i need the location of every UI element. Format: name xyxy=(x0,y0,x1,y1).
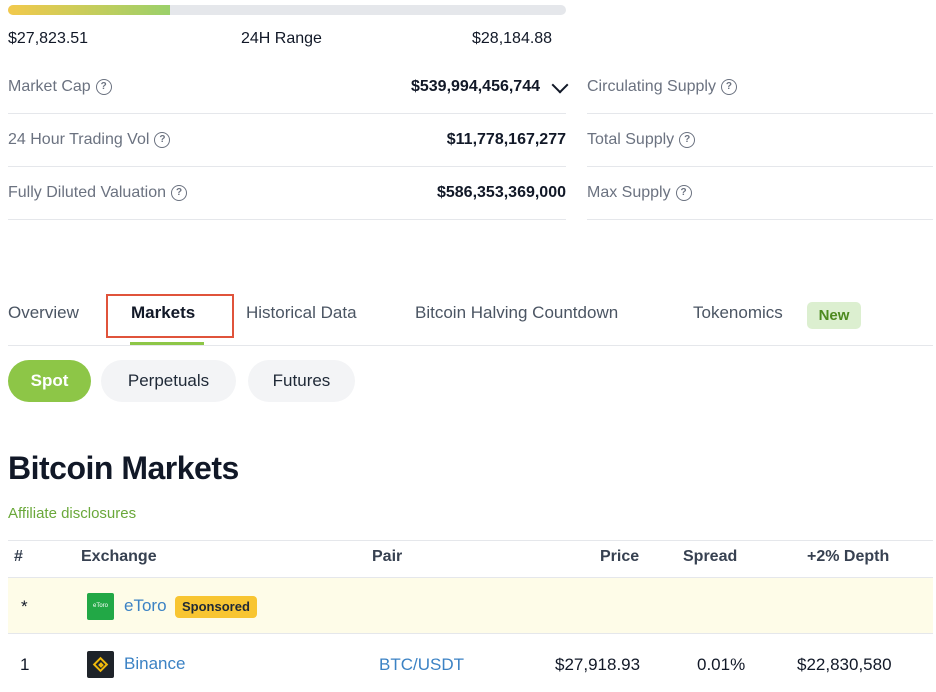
tab-bitcoin-halving-countdown[interactable]: Bitcoin Halving Countdown xyxy=(415,303,618,323)
market-cap-value: $539,994,456,744 xyxy=(410,78,540,95)
affiliate-disclosures-link[interactable]: Affiliate disclosures xyxy=(8,505,136,522)
range-low-value: $27,823.51 xyxy=(8,30,89,47)
binance-logo-icon xyxy=(87,651,114,678)
futures-button[interactable]: Futures xyxy=(248,360,355,402)
market-cap-label: Market Cap xyxy=(8,78,91,95)
tab-historical-data[interactable]: Historical Data xyxy=(246,303,357,323)
tabs-divider xyxy=(8,345,933,346)
tab-overview[interactable]: Overview xyxy=(8,303,79,323)
sponsored-badge: Sponsored xyxy=(175,596,257,618)
section-title: Bitcoin Markets xyxy=(8,450,239,486)
help-icon[interactable]: ? xyxy=(95,79,112,95)
col-header-depth[interactable]: +2% Depth xyxy=(807,548,889,566)
max-supply-label: Max Supply xyxy=(587,184,671,201)
spot-button[interactable]: Spot xyxy=(8,360,91,402)
range-label: 24H Range xyxy=(241,30,322,47)
markets-tab-highlight xyxy=(106,294,234,338)
range-bar-fill xyxy=(8,5,170,15)
fdv-label: Fully Diluted Valuation xyxy=(8,184,167,201)
col-header-price[interactable]: Price xyxy=(600,548,639,566)
24h-range-bar xyxy=(8,5,566,15)
help-icon[interactable]: ? xyxy=(720,79,737,95)
help-icon[interactable]: ? xyxy=(154,132,171,148)
row-rank: * xyxy=(21,597,28,616)
stat-row-trading-vol: 24 Hour Trading Vol ? $11,778,167,277 xyxy=(8,113,566,167)
depth-value: $22,830,580 xyxy=(797,655,892,674)
col-header-spread[interactable]: Spread xyxy=(683,548,737,566)
help-icon[interactable]: ? xyxy=(679,132,696,148)
circulating-supply-label: Circulating Supply xyxy=(587,78,716,95)
exchange-link-binance[interactable]: Binance xyxy=(124,654,185,674)
stat-row-total-supply: Total Supply ? xyxy=(587,113,933,167)
stat-row-circulating-supply: Circulating Supply ? xyxy=(587,60,933,114)
table-top-border xyxy=(8,540,933,541)
stat-row-max-supply: Max Supply ? xyxy=(587,166,933,220)
fdv-value: $586,353,369,000 xyxy=(436,184,566,201)
exchange-link-etoro[interactable]: eToro xyxy=(124,596,167,616)
spread-value: 0.01% xyxy=(697,655,746,674)
pair-link[interactable]: BTC/USDT xyxy=(379,655,464,675)
trading-vol-label: 24 Hour Trading Vol xyxy=(8,131,150,148)
col-header-pair[interactable]: Pair xyxy=(372,548,402,566)
col-header-exchange[interactable]: Exchange xyxy=(81,548,157,566)
new-badge: New xyxy=(807,302,861,329)
stat-row-fdv: Fully Diluted Valuation ? $586,353,369,0… xyxy=(8,166,566,220)
row-rank: 1 xyxy=(20,655,30,674)
total-supply-label: Total Supply xyxy=(587,131,675,148)
price-value: $27,918.93 xyxy=(555,655,641,674)
active-tab-indicator xyxy=(130,342,204,345)
help-icon[interactable]: ? xyxy=(675,185,692,201)
etoro-logo-icon: eToro xyxy=(87,593,114,620)
chevron-down-icon[interactable] xyxy=(551,76,569,93)
col-header-rank[interactable]: # xyxy=(14,548,23,566)
help-icon[interactable]: ? xyxy=(171,185,188,201)
stat-row-market-cap: Market Cap ? $539,994,456,744 xyxy=(8,60,569,114)
tab-tokenomics[interactable]: Tokenomics xyxy=(693,303,783,323)
range-high-value: $28,184.88 xyxy=(472,30,553,47)
perpetuals-button[interactable]: Perpetuals xyxy=(101,360,236,402)
trading-vol-value: $11,778,167,277 xyxy=(446,131,566,148)
